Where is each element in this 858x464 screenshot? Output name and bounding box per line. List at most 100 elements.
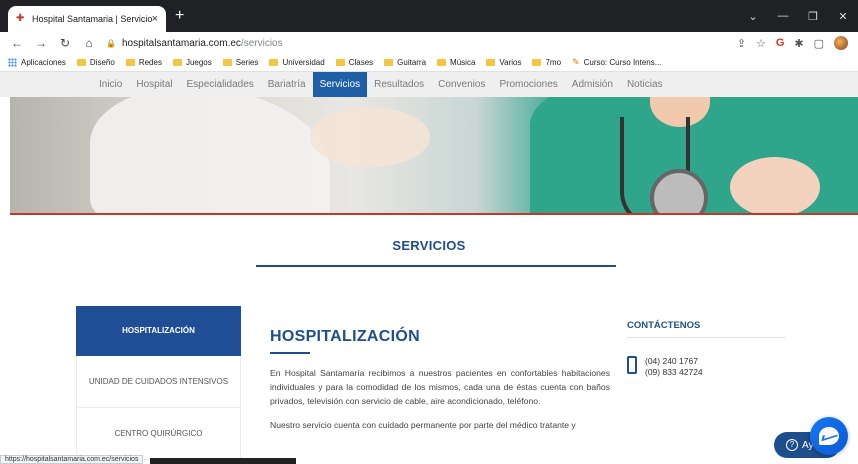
contact-box: CONTÁCTENOS (04) 240 1767 (09) 833 42724 [627,320,787,378]
extensions-puzzle-icon[interactable]: ✱ [794,37,803,50]
browser-toolbar: ← → ↻ ⌂ 🔒 hospitalsantamaria.com.ec /ser… [0,32,858,54]
folder-icon [384,59,394,66]
folder-icon [125,59,135,66]
bookmarks-bar: Aplicaciones Diseño Redes Juegos Series … [0,54,858,72]
hero-banner-image [10,97,858,215]
service-heading: HOSPITALIZACIÓN [270,328,420,345]
nav-resultados[interactable]: Resultados [367,72,431,97]
new-tab-button[interactable]: + [175,8,184,24]
bookmark-label: Universidad [282,58,325,67]
tab-close-icon[interactable]: × [152,13,158,25]
sidebar-item-uci[interactable]: UNIDAD DE CUIDADOS INTENSIVOS [76,356,241,408]
phone-numbers: (04) 240 1767 (09) 833 42724 [645,356,703,378]
nav-especialidades[interactable]: Especialidades [180,72,261,97]
window-controls: ⌄ — ❐ ✕ [738,0,858,32]
forward-arrow-icon[interactable]: → [34,36,48,50]
nav-convenios[interactable]: Convenios [431,72,492,97]
tab-search-icon[interactable]: ⌄ [738,10,768,23]
contact-phones: (04) 240 1767 (09) 833 42724 [627,356,787,378]
folder-icon [532,59,542,66]
bookmark-folder[interactable]: Diseño [76,58,115,67]
folder-icon [76,59,86,66]
course-icon: ✎ [572,57,580,67]
service-content: HOSPITALIZACIÓN En Hospital Santamaría r… [270,328,610,442]
browser-tabstrip: ✚ Hospital Santamaria | Servicios × + ⌄ … [0,0,858,32]
services-sidebar: HOSPITALIZACIÓN UNIDAD DE CUIDADOS INTEN… [76,306,241,460]
url-host: hospitalsantamaria.com.ec [121,37,241,49]
bookmark-label: 7mo [545,58,562,67]
back-arrow-icon[interactable]: ← [10,36,24,50]
apps-grid-icon [8,58,17,67]
sidebar-item-hospitalizacion[interactable]: HOSPITALIZACIÓN [76,306,241,356]
folder-icon [335,59,345,66]
phone-number[interactable]: (09) 833 42724 [645,367,703,378]
nav-servicios[interactable]: Servicios [312,72,368,97]
messenger-chat-button[interactable] [810,417,848,455]
lock-icon: 🔒 [106,38,116,48]
bookmark-label: Curso: Curso Intens... [583,58,662,67]
tab-title: Hospital Santamaria | Servicios [32,14,152,24]
profile-avatar[interactable] [834,36,848,50]
bookmark-folder[interactable]: Varios [486,58,521,67]
folder-icon [172,59,182,66]
toolbar-actions: ⇪ ☆ G ✱ ▢ [737,36,848,50]
bookmark-label: Juegos [185,58,212,67]
bookmark-label: Clases [348,58,374,67]
phone-number[interactable]: (04) 240 1767 [645,356,703,367]
nav-admision[interactable]: Admisión [565,72,620,97]
phone-icon [627,356,637,374]
bookmark-folder[interactable]: Redes [125,58,162,67]
nav-bariatria[interactable]: Bariatría [261,72,313,97]
reload-icon[interactable]: ↻ [58,36,72,50]
heading-underline [270,352,310,354]
nav-noticias[interactable]: Noticias [620,72,670,97]
share-icon[interactable]: ⇪ [737,37,746,50]
close-window-button[interactable]: ✕ [828,10,858,23]
section-title: SERVICIOS [392,238,466,253]
status-bar-url: https://hospitalsantamaria.com.ec/servic… [0,455,144,464]
bookmark-label: Diseño [89,58,115,67]
nav-hospital[interactable]: Hospital [129,72,179,97]
service-paragraph: En Hospital Santamaría recibimos a nuest… [270,368,610,406]
sidebar-item-centro-quirurgico[interactable]: CENTRO QUIRÚRGICO [76,408,241,460]
nav-inicio[interactable]: Inicio [92,72,129,97]
bookmark-folder[interactable]: Guitarra [384,58,426,67]
folder-icon [486,59,496,66]
contact-heading: CONTÁCTENOS [627,320,701,331]
url-path: /servicios [240,37,283,49]
bookmark-label: Series [235,58,259,67]
hero-arm-shape [310,107,430,167]
browser-tab[interactable]: ✚ Hospital Santamaria | Servicios × [8,6,166,32]
bookmark-apps[interactable]: Aplicaciones [8,58,66,67]
bookmark-folder[interactable]: Música [437,58,475,67]
extension-icon[interactable]: G [776,37,785,49]
nav-promociones[interactable]: Promociones [492,72,564,97]
bookmark-label: Música [450,58,476,67]
home-icon[interactable]: ⌂ [82,36,96,50]
address-bar[interactable]: 🔒 hospitalsantamaria.com.ec /servicios [106,33,727,53]
bookmark-label: Redes [138,58,162,67]
bookmark-folder[interactable]: Juegos [172,58,212,67]
folder-icon [222,59,232,66]
hero-hand-shape [730,157,820,213]
folder-icon [269,59,279,66]
bookmark-folder[interactable]: Clases [335,58,374,67]
bookmark-label: Guitarra [397,58,427,67]
bookmark-star-icon[interactable]: ☆ [756,37,766,50]
sidepanel-icon[interactable]: ▢ [814,37,824,50]
service-paragraph: Nuestro servicio cuenta con cuidado perm… [270,420,576,430]
minimize-button[interactable]: — [768,10,798,22]
messenger-icon [819,427,839,445]
bookmark-folder[interactable]: Universidad [269,58,325,67]
page-footer-strip [150,458,296,464]
site-favicon-icon: ✚ [16,13,25,24]
bookmark-folder[interactable]: Series [222,58,259,67]
section-divider [256,265,616,267]
hero-coat-shape [90,97,330,213]
help-question-icon: ? [786,439,798,451]
bookmark-folder[interactable]: 7mo [532,58,561,67]
bookmark-link[interactable]: ✎ Curso: Curso Intens... [572,57,661,68]
bookmark-label: Aplicaciones [21,58,66,67]
contact-divider [627,337,785,338]
restore-button[interactable]: ❐ [798,10,828,23]
